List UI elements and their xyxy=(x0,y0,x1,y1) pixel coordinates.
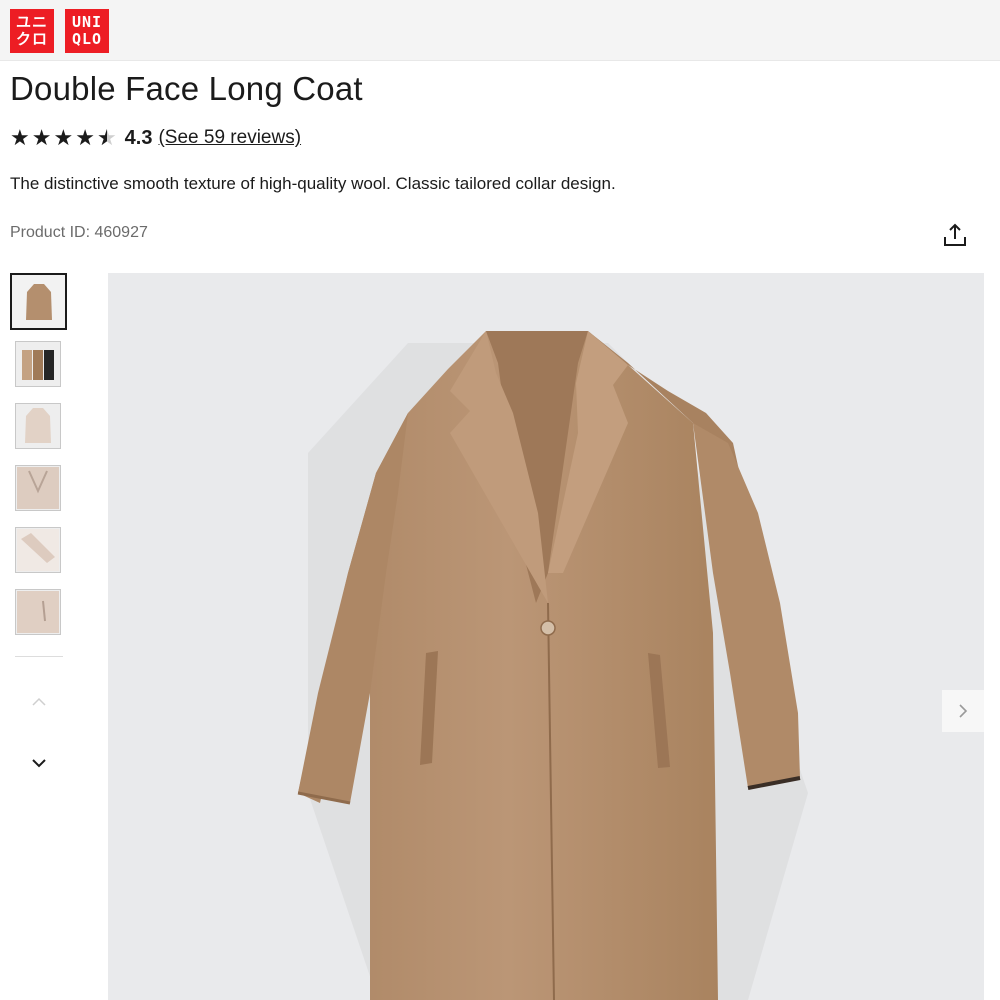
star-icon: ★ xyxy=(31,125,52,150)
product-title: Double Face Long Coat xyxy=(10,70,363,107)
thumbnail-3[interactable] xyxy=(15,403,61,449)
thumbnail-1[interactable] xyxy=(10,273,67,330)
main-product-image[interactable] xyxy=(108,273,984,1000)
coat-image xyxy=(297,331,808,1000)
uniqlo-logo-katakana[interactable]: ユニ クロ xyxy=(10,9,54,53)
see-reviews-link[interactable]: (See 59 reviews) xyxy=(158,127,301,149)
chevron-up-icon xyxy=(32,697,46,706)
thumbnail-2[interactable] xyxy=(15,341,61,387)
product-description: The distinctive smooth texture of high-q… xyxy=(10,174,616,193)
star-icon: ★ xyxy=(10,125,30,150)
thumbnail-scroll-down-button[interactable] xyxy=(28,755,50,771)
share-button[interactable] xyxy=(942,222,968,248)
share-icon xyxy=(944,223,966,246)
thumbnail-divider xyxy=(15,656,63,657)
product-rating: ★ ★ ★ ★ ★★ 4.3 (See 59 reviews) xyxy=(10,124,301,152)
thumbnail-4[interactable] xyxy=(15,465,61,511)
coat-light-thumbnail-image xyxy=(25,408,51,443)
chevron-down-icon xyxy=(32,759,46,768)
thumbnail-scroll-up-button[interactable] xyxy=(28,694,50,710)
thumbnail-5[interactable] xyxy=(15,527,61,573)
next-image-button[interactable] xyxy=(942,690,984,732)
half-star-icon: ★★ xyxy=(96,125,117,150)
coat-detail-thumbnail-image xyxy=(17,467,59,509)
coat-sleeve-thumbnail-image xyxy=(17,529,59,571)
uniqlo-logo[interactable]: UNI QLO xyxy=(65,9,109,53)
chevron-right-icon xyxy=(959,704,968,718)
site-header: ユニ クロ UNI QLO xyxy=(0,0,1000,61)
product-id: Product ID: 460927 xyxy=(10,224,148,241)
coat-colors-thumbnail-image xyxy=(22,350,54,380)
thumbnail-6[interactable] xyxy=(15,589,61,635)
rating-stars: ★ ★ ★ ★ ★★ xyxy=(10,127,119,149)
coat-pocket-thumbnail-image xyxy=(17,591,59,633)
star-icon: ★ xyxy=(53,125,74,150)
rating-score: 4.3 xyxy=(124,126,153,149)
coat-thumbnail-image xyxy=(25,283,52,320)
star-icon: ★ xyxy=(75,125,95,150)
